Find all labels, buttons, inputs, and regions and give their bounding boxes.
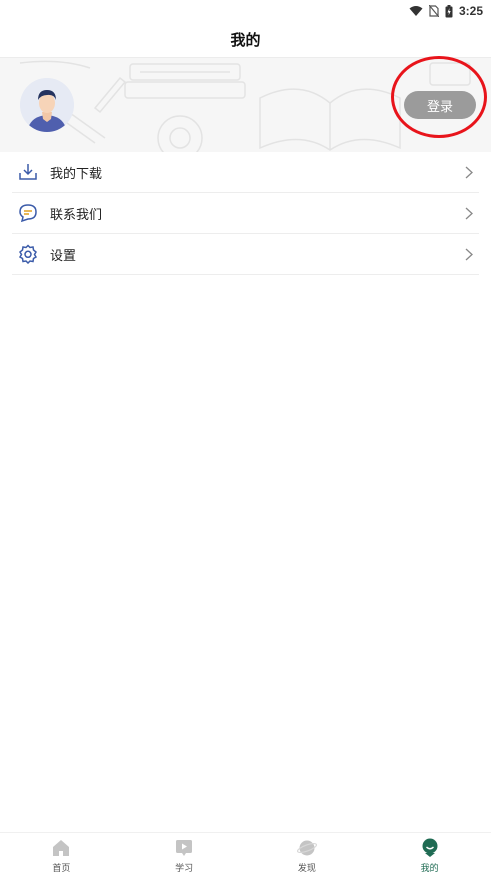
- menu-list: 我的下载 联系我们 设置: [12, 152, 479, 275]
- login-button[interactable]: 登录: [404, 91, 476, 119]
- planet-icon: [296, 838, 317, 858]
- download-icon: [17, 161, 39, 183]
- chevron-right-icon: [465, 248, 473, 261]
- no-sim-icon: [428, 5, 439, 17]
- tab-label: 首页: [52, 864, 71, 874]
- wifi-icon: [409, 6, 423, 16]
- tab-study[interactable]: 学习: [123, 833, 246, 874]
- bottom-tab-bar: 首页 学习 发现 我的: [0, 832, 491, 874]
- title-bar: 我的: [0, 22, 491, 58]
- home-icon: [51, 838, 71, 858]
- tab-label: 发现: [297, 864, 316, 874]
- status-bar: 3:25: [0, 0, 491, 22]
- menu-item-label: 设置: [50, 248, 77, 264]
- profile-banner: 登录: [0, 58, 491, 152]
- menu-item-label: 我的下载: [50, 166, 103, 182]
- tab-mine[interactable]: 我的: [368, 833, 491, 874]
- play-book-icon: [174, 838, 194, 858]
- chevron-right-icon: [465, 207, 473, 220]
- avatar[interactable]: [20, 78, 74, 132]
- gear-icon: [17, 243, 39, 265]
- page-title: 我的: [230, 31, 261, 49]
- chevron-right-icon: [465, 166, 473, 179]
- battery-charging-icon: [445, 4, 453, 17]
- menu-item-downloads[interactable]: 我的下载: [12, 152, 479, 193]
- profile-icon: [420, 838, 440, 858]
- status-time: 3:25: [458, 4, 483, 18]
- tab-home[interactable]: 首页: [0, 833, 123, 874]
- tab-label: 我的: [420, 864, 439, 874]
- menu-item-label: 联系我们: [50, 207, 103, 223]
- chat-bubble-icon: [17, 202, 39, 224]
- tab-label: 学习: [175, 864, 194, 874]
- default-user-icon: [20, 78, 74, 132]
- menu-item-settings[interactable]: 设置: [12, 234, 479, 275]
- tab-discover[interactable]: 发现: [246, 833, 369, 874]
- menu-item-contact[interactable]: 联系我们: [12, 193, 479, 234]
